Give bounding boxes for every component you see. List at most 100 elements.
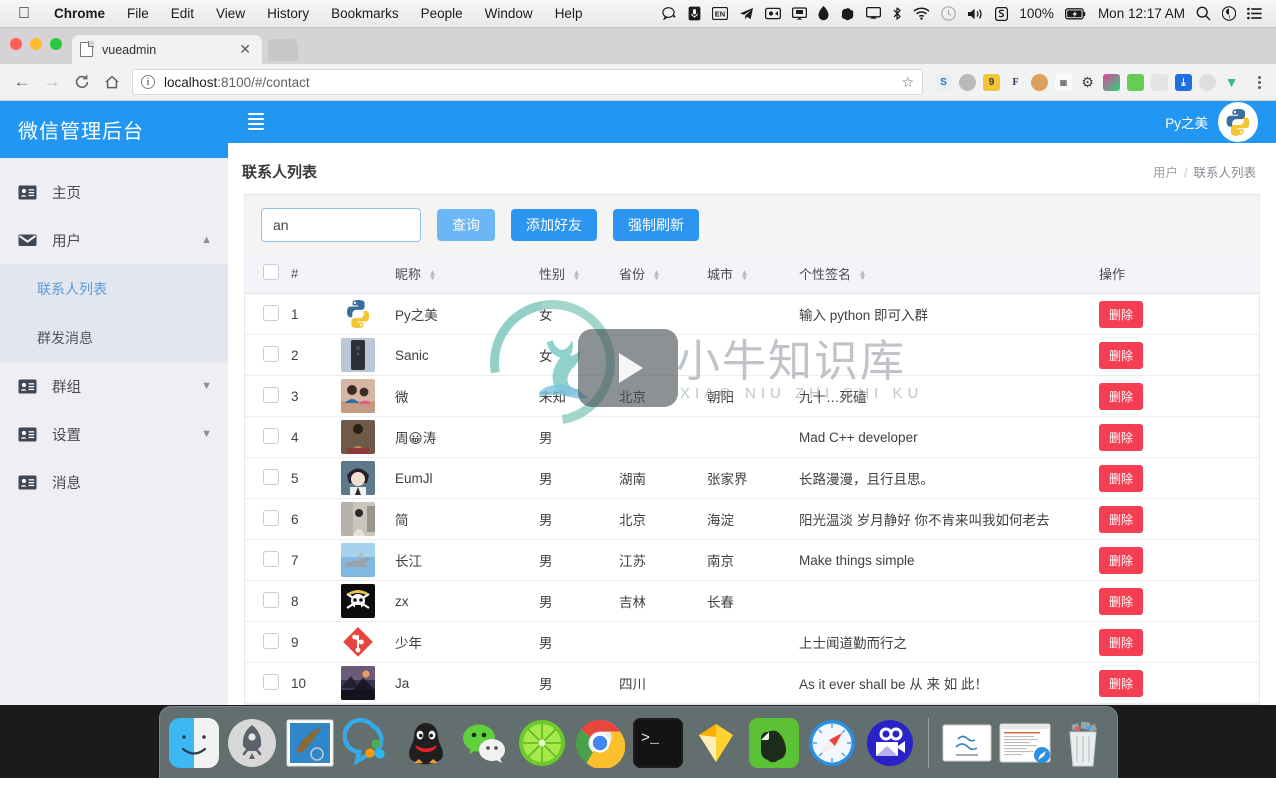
sort-icon[interactable]: ▲ ▼ [859,269,867,281]
hamburger-icon[interactable] [248,113,264,131]
dock-icon-launchpad[interactable] [226,717,278,769]
sidebar-item-users[interactable]: 用户 ▲ [0,216,228,264]
chevron-up-icon[interactable]: ▲ [201,234,212,246]
row-checkbox[interactable] [263,386,279,403]
shield-extension-icon[interactable] [1151,73,1168,91]
dock-icon-qq[interactable] [400,717,452,769]
add-friend-button[interactable]: 添加好友 [511,208,597,241]
table-row[interactable]: 5 EumJl 男湖南 张家界 长路漫漫，且行且思。 删除 [245,457,1259,499]
row-checkbox[interactable] [263,632,279,649]
reload-icon[interactable] [68,68,96,96]
force-refresh-button[interactable]: 强制刷新 [613,208,699,241]
row-checkbox[interactable] [263,509,279,526]
notes-extension-icon[interactable]: 9 [983,73,1000,91]
dock-minimized-safari-window[interactable] [999,717,1051,769]
column-header-city[interactable]: 城市 ▲ ▼ [707,254,799,294]
delete-row-button[interactable]: 删除 [1099,628,1144,656]
close-icon[interactable]: ✕ [236,41,254,58]
table-row[interactable]: 7 长江男江苏 南京 Make things simple 删除 [245,539,1259,581]
menu-item-chrome[interactable]: Chrome [43,6,116,21]
table-row[interactable]: 9 少年男 上士闻道勤而行之 删除 [245,621,1259,663]
sidebar-item-home[interactable]: 主页 [0,168,228,216]
menu-item-people[interactable]: People [410,6,474,21]
sidebar-item-groups[interactable]: 群组 ▼ [0,362,228,410]
browser-tab[interactable]: vueadmin ✕ [72,35,262,64]
forward-arrow-icon[interactable]: → [38,68,66,96]
row-checkbox[interactable] [263,304,279,321]
minimize-window-button[interactable] [30,38,42,50]
table-row[interactable]: 3 微未知 北京 朝阳 九十…死磕 删除 [245,375,1259,417]
dock-icon-terminal[interactable]: >_ [632,717,684,769]
evernote-icon[interactable] [840,7,855,21]
menu-bar-clock[interactable]: Mon 12:17 AM [1098,6,1185,21]
row-checkbox[interactable] [263,591,279,608]
moon-extension-icon[interactable] [1199,73,1216,91]
delete-row-button[interactable]: 删除 [1099,505,1144,533]
dock-minimized-document-window[interactable] [941,717,993,769]
table-row[interactable]: 6 简男北京 海淀 阳光温淡 岁月静好 你不肯来叫我如何老去 删除 [245,498,1259,540]
row-checkbox[interactable] [263,427,279,444]
dock-icon-wechat[interactable] [458,717,510,769]
query-button[interactable]: 查询 [437,208,495,241]
select-all-checkbox[interactable] [263,264,279,281]
sort-icon[interactable]: ▲ ▼ [573,269,581,281]
chevron-down-icon[interactable]: ▼ [201,428,212,440]
fonts-extension-icon[interactable]: F [1007,73,1024,91]
delete-row-button[interactable]: 删除 [1099,382,1144,410]
menu-item-help[interactable]: Help [544,6,594,21]
sidebar-item-settings[interactable]: 设置 ▼ [0,410,228,458]
microphone-icon[interactable] [688,6,701,21]
close-window-button[interactable] [10,38,22,50]
column-header-sex[interactable]: 性别 ▲ ▼ [539,254,619,294]
settings-extension-icon[interactable]: ⚙ [1079,74,1096,91]
dock-icon-safari[interactable] [806,717,858,769]
wifi-icon[interactable] [913,7,930,20]
delete-row-button[interactable]: 删除 [1099,464,1144,492]
dock-icon-screenflow[interactable] [864,717,916,769]
dock-icon-trash[interactable] [1057,717,1109,769]
menu-item-edit[interactable]: Edit [160,6,205,21]
sidebar-item-messages[interactable]: 消息 [0,458,228,506]
dock-icon-limechat[interactable] [516,717,568,769]
row-checkbox[interactable] [263,673,279,690]
dropbox-icon[interactable] [818,6,829,21]
menu-item-file[interactable]: File [116,6,160,21]
chevron-down-icon[interactable]: ▼ [201,380,212,392]
time-machine-icon[interactable] [941,6,957,21]
dock-icon-finder[interactable] [168,717,220,769]
maximize-window-button[interactable] [50,38,62,50]
dock-icon-sketch[interactable] [690,717,742,769]
sidebar-item-contact-list[interactable]: 联系人列表 [0,264,228,313]
bluetooth-icon[interactable] [892,6,902,21]
row-checkbox[interactable] [263,345,279,362]
dock-icon-google-chrome[interactable] [574,717,626,769]
delete-row-button[interactable]: 删除 [1099,341,1144,369]
back-arrow-icon[interactable]: ← [8,68,36,96]
telegram-icon[interactable] [739,7,754,21]
airplay-display-icon[interactable] [792,6,808,21]
zotero-extension-icon[interactable]: ⤓ [1175,73,1192,91]
input-source-en-icon[interactable]: EN [712,7,729,20]
screen-record-icon[interactable] [765,7,782,20]
apple-icon[interactable]:  [8,5,43,22]
delete-row-button[interactable]: 删除 [1099,669,1144,697]
delete-row-button[interactable]: 删除 [1099,300,1144,328]
airplay-icon[interactable] [866,7,882,20]
table-row[interactable]: 8 zx 男吉林 长春 删除 [245,580,1259,622]
address-bar[interactable]: i localhost:8100/#/contact ☆ [132,69,923,95]
eyedropper-extension-icon[interactable] [1127,73,1144,91]
column-header-signature[interactable]: 个性签名 ▲ ▼ [799,254,1099,294]
sort-icon[interactable]: ▲ ▼ [741,269,749,281]
cookie-extension-icon[interactable] [1031,73,1048,91]
column-header-nickname[interactable]: 昵称 ▲ ▼ [395,254,539,294]
menu-item-bookmarks[interactable]: Bookmarks [320,6,410,21]
sidebar-item-group-message[interactable]: 群发消息 [0,313,228,362]
home-icon[interactable] [98,68,126,96]
menu-item-window[interactable]: Window [474,6,544,21]
chat-bubble-icon[interactable] [662,7,677,20]
siri-icon[interactable] [1222,6,1236,21]
delete-row-button[interactable]: 删除 [1099,546,1144,574]
menu-item-history[interactable]: History [256,6,320,21]
color-picker-extension-icon[interactable] [1103,73,1120,91]
sort-icon[interactable]: ▲ ▼ [653,269,661,281]
